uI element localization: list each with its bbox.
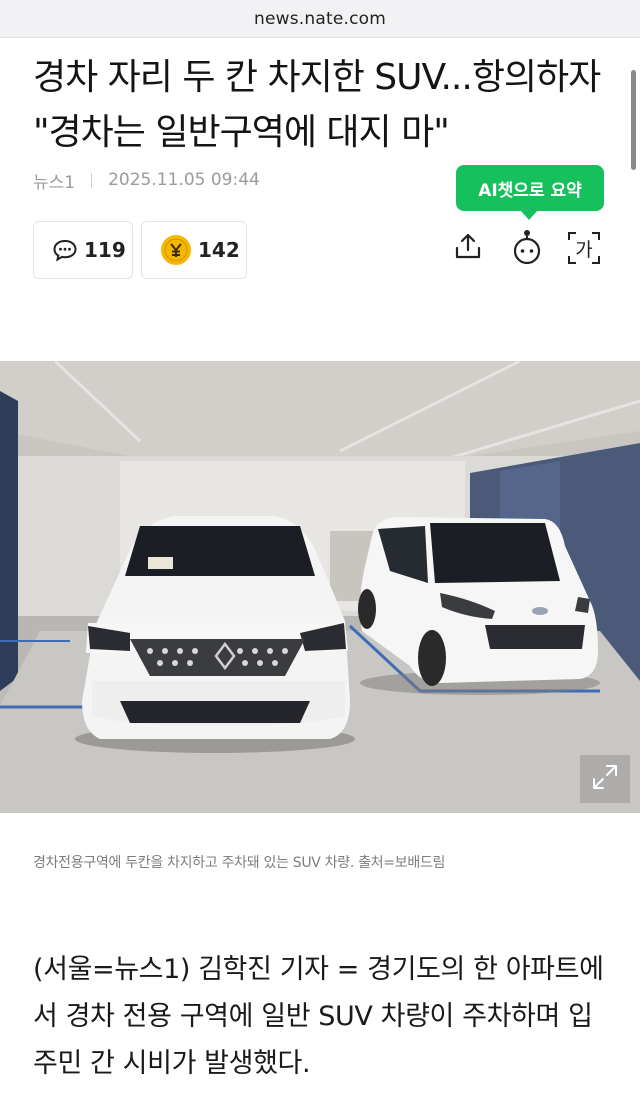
ai-summary-button[interactable]: AI챗으로 요약	[456, 165, 604, 220]
font-size-glyph: 가	[575, 239, 593, 261]
coin-icon	[160, 234, 192, 266]
expand-icon	[590, 762, 620, 796]
speech-bubble-icon	[52, 238, 78, 262]
page-scrollbar[interactable]	[631, 70, 636, 170]
font-size-icon: 가	[567, 231, 601, 265]
comments-button[interactable]: 119	[33, 221, 133, 279]
share-icon	[453, 231, 483, 265]
article-source: 뉴스1	[33, 172, 76, 193]
expand-photo-button[interactable]	[580, 755, 630, 803]
coin-count: 142	[198, 238, 240, 262]
font-size-button[interactable]: 가	[566, 228, 602, 268]
url-text: news.nate.com	[253, 8, 387, 29]
coins-button[interactable]: 142	[141, 221, 247, 279]
comment-count: 119	[84, 238, 126, 262]
article-photo[interactable]	[0, 361, 640, 813]
share-button[interactable]	[450, 228, 486, 268]
article-headline: 경차 자리 두 칸 차지한 SUV...항의하자 "경차는 일반구역에 대지 마…	[33, 57, 601, 153]
article-meta: 뉴스1 2025.11.05 09:44	[33, 168, 260, 193]
ai-summary-label: AI챗으로 요약	[478, 180, 582, 201]
photo-caption: 경차전용구역에 두칸을 차지하고 주차돼 있는 SUV 차량. 출처=보배드림	[33, 855, 446, 871]
browser-address-bar[interactable]: news.nate.com	[0, 0, 640, 38]
article-datetime: 2025.11.05 09:44	[108, 170, 260, 190]
chatbot-icon	[510, 228, 544, 268]
article-body-paragraph: (서울=뉴스1) 김학진 기자 = 경기도의 한 아파트에서 경차 전용 구역에…	[33, 954, 604, 1079]
chatbot-button[interactable]	[509, 228, 545, 268]
meta-divider	[91, 172, 93, 188]
